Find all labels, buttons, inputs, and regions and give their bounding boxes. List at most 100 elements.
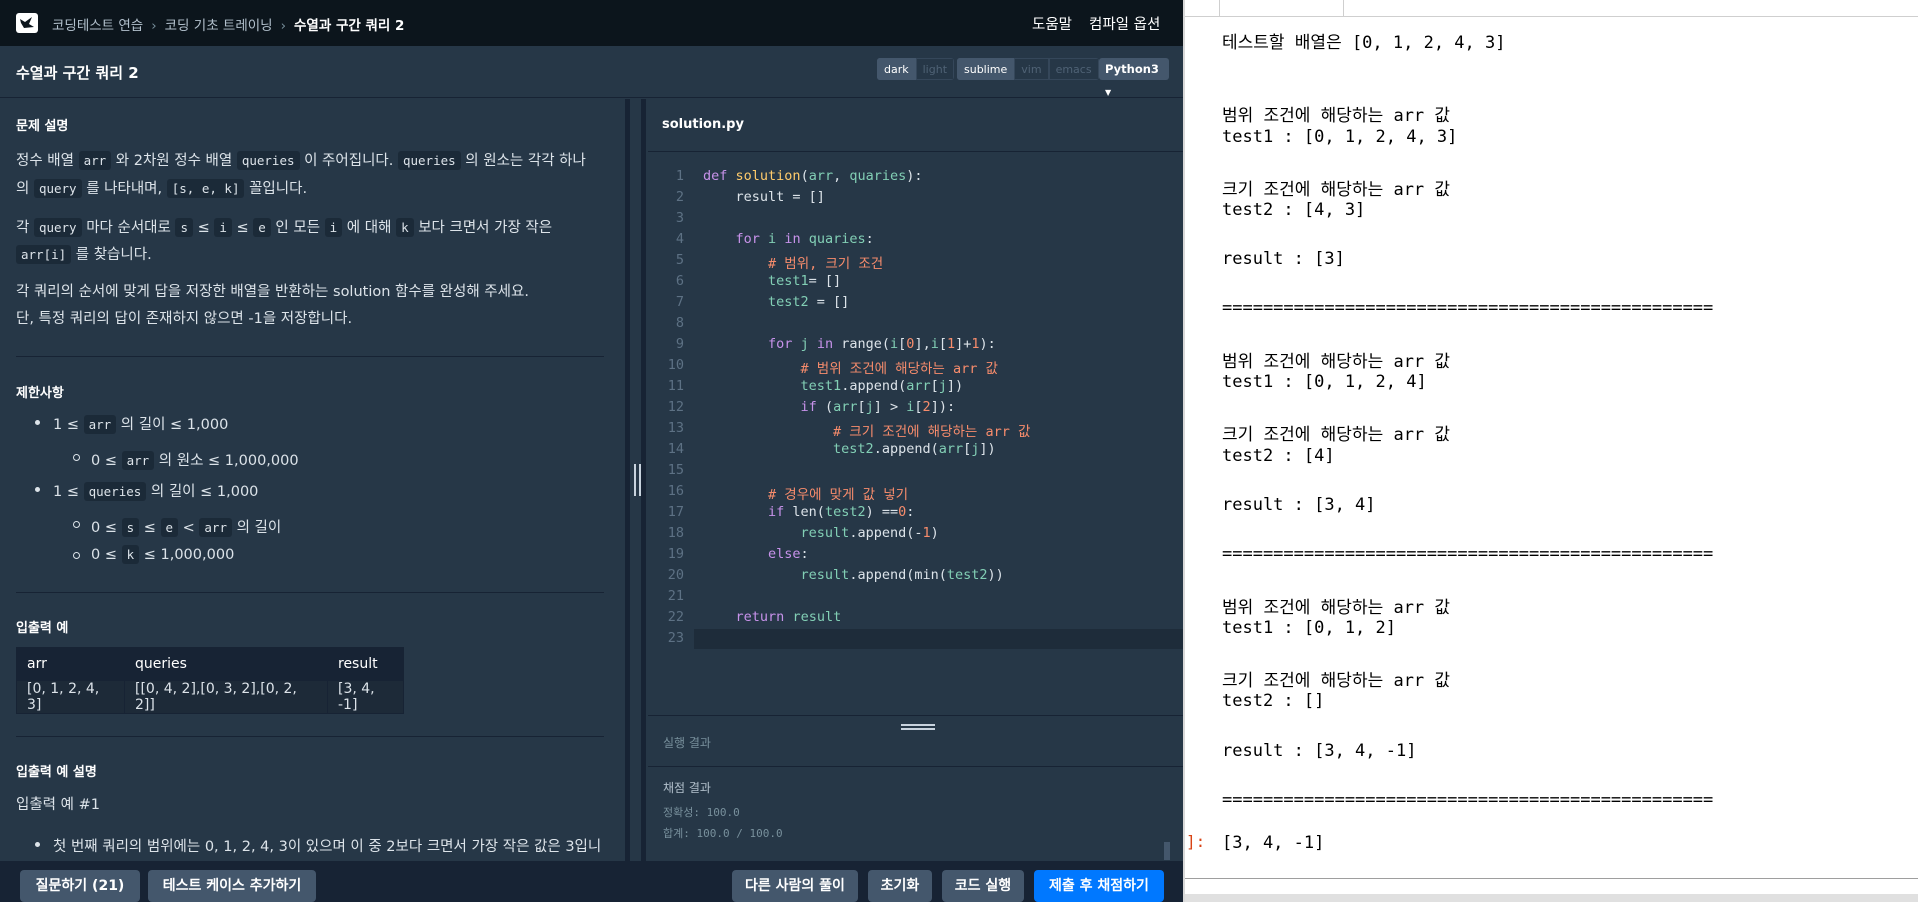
add-test-case-button[interactable]: 테스트 케이스 추가하기 <box>148 870 316 902</box>
output-line: test2 : [] <box>1222 691 1325 711</box>
current-line-highlight <box>694 629 1183 649</box>
line-number: 14 <box>667 441 684 457</box>
breadcrumb-item[interactable]: 코딩테스트 연습 <box>52 18 143 34</box>
constraint-item: 0 ≤ s ≤ e < arr 의 길이 <box>72 516 281 537</box>
description-line: 의 query 를 나타내며, [s, e, k] 꼴입니다. <box>16 179 308 198</box>
notebook-toolbar-strip <box>1185 0 1918 17</box>
language-select[interactable]: Python3 ▼ <box>1099 58 1169 97</box>
code-line: # 범위 조건에 해당하는 arr 값 <box>800 361 998 377</box>
keymap-vim-button[interactable]: vim <box>1014 58 1049 80</box>
line-number: 5 <box>675 252 684 268</box>
code-line: test1= [] <box>768 273 842 289</box>
notebook-output-panel: 테스트할 배열은 [0, 1, 2, 4, 3] 범위 조건에 해당하는 arr… <box>1185 0 1918 902</box>
code-line: return result <box>735 609 842 625</box>
output-line: ========================================… <box>1222 298 1714 318</box>
output-line: 범위 조건에 해당하는 arr 값 <box>1222 352 1451 372</box>
output-line: 크기 조건에 해당하는 arr 값 <box>1222 671 1451 691</box>
keymap-sublime-button[interactable]: sublime <box>957 58 1015 80</box>
keymap-emacs-button[interactable]: emacs <box>1048 58 1099 80</box>
language-label: Python3 <box>1105 62 1159 76</box>
ide-panel: 코딩테스트 연습 › 코딩 기초 트레이닝 › 수열과 구간 쿼리 2 도움말 컴파일 … <box>0 0 1183 902</box>
theme-dark-button[interactable]: dark <box>877 58 916 80</box>
line-number: 7 <box>675 294 684 310</box>
description-line: arr[i] 를 찾습니다. <box>16 241 152 269</box>
breadcrumb-item[interactable]: 코딩 기초 트레이닝 <box>165 18 273 34</box>
resize-handle-icon[interactable] <box>901 724 935 732</box>
help-link[interactable]: 도움말 <box>1032 13 1072 34</box>
chevron-right-icon: › <box>151 18 157 34</box>
code-editor[interactable]: solution.py 1 2 3 4 5 6 7 8 9 10 11 12 13 14 15 16 17 18 1… <box>648 99 1183 715</box>
code-area[interactable]: 1 2 3 4 5 6 7 8 9 10 11 12 13 14 15 16 17 18 19 20 21 22 23 de… <box>648 151 1183 715</box>
line-number: 19 <box>667 546 684 562</box>
line-number: 21 <box>667 588 684 604</box>
description-line: 각 쿼리의 순서에 맞게 답을 저장한 배열을 반환하는 solution 함수… <box>16 284 529 300</box>
code-line: result.append(-1) <box>800 525 939 541</box>
code-line: for i in quaries: <box>735 231 874 247</box>
description-line: 각 query 마다 순서대로 s ≤ i ≤ e 인 모든 i 에 대해 k … <box>16 218 553 237</box>
output-line: 범위 조건에 해당하는 arr 값 <box>1222 106 1451 126</box>
total-text: 합계: 100.0 / 100.0 <box>663 827 783 840</box>
line-number: 16 <box>667 483 684 499</box>
chevron-right-icon: › <box>280 18 286 34</box>
code-line: if len(test2) ==0: <box>768 504 915 520</box>
problem-description: 문제 설명 정수 배열 arr 와 2차원 정수 배열 queries 이 주어… <box>0 99 623 861</box>
code-line: test2.append(arr[j]) <box>833 441 996 457</box>
column-header: result <box>327 647 404 681</box>
breadcrumb: 코딩테스트 연습 › 코딩 기초 트레이닝 › 수열과 구간 쿼리 2 <box>52 14 404 34</box>
line-number: 8 <box>675 315 684 331</box>
theme-toggle: dark light <box>877 58 955 80</box>
divider <box>648 766 1183 767</box>
line-number: 9 <box>675 336 684 352</box>
run-code-button[interactable]: 코드 실행 <box>942 870 1024 902</box>
code-line: def solution(arr, quaries): <box>703 168 923 184</box>
output-line: 테스트할 배열은 [0, 1, 2, 4, 3] <box>1222 33 1506 53</box>
examples-table: arr queries result [0, 1, 2, 4, 3] [[0, … <box>16 647 404 714</box>
code-line: for j in range(i[0],i[1]+1): <box>768 336 996 352</box>
description-line: 단, 특정 쿼리의 답이 존재하지 않으면 -1을 저장합니다. <box>16 311 353 327</box>
scrollbar[interactable] <box>1164 842 1170 860</box>
line-number: 17 <box>667 504 684 520</box>
code-line: if (arr[j] > i[2]): <box>800 399 956 415</box>
ask-question-button[interactable]: 질문하기 (21) <box>20 870 140 902</box>
example-subheading: 입출력 예 #1 <box>16 797 100 813</box>
pane-divider <box>641 99 646 861</box>
submit-button[interactable]: 제출 후 채점하기 <box>1034 870 1164 902</box>
section-heading: 입출력 예 설명 <box>16 765 97 780</box>
section-heading: 문제 설명 <box>16 119 69 134</box>
column-header: queries <box>124 647 328 681</box>
example-item: 첫 번째 쿼리의 범위에는 0, 1, 2, 4, 3이 있으며 이 중 2보다… <box>34 835 601 856</box>
constraint-item: 0 ≤ k ≤ 1,000,000 <box>72 545 235 564</box>
table-header-row: arr queries result <box>16 647 404 681</box>
line-number: 15 <box>667 462 684 478</box>
theme-light-button[interactable]: light <box>915 58 955 80</box>
line-number: 10 <box>667 357 684 373</box>
divider <box>1185 878 1918 879</box>
results-panel: 실행 결과 채점 결과 정확성: 100.0 합계: 100.0 / 100.0 <box>648 715 1183 861</box>
code-line: else: <box>768 546 809 562</box>
table-cell: [0, 1, 2, 4, 3] <box>16 680 125 714</box>
scrollbar[interactable] <box>1185 894 1918 902</box>
output-line: test1 : [0, 1, 2, 4] <box>1222 372 1427 392</box>
logo-icon[interactable] <box>16 13 38 33</box>
output-line: 범위 조건에 해당하는 arr 값 <box>1222 598 1451 618</box>
constraint-item: 0 ≤ arr 의 원소 ≤ 1,000,000 <box>73 449 299 470</box>
compile-options-link[interactable]: 컴파일 옵션 <box>1089 13 1160 34</box>
file-tab[interactable]: solution.py <box>662 117 744 132</box>
reset-button[interactable]: 초기화 <box>868 870 932 902</box>
line-number: 2 <box>675 189 684 205</box>
divider <box>16 736 604 737</box>
code-line: test2 = [] <box>768 294 850 310</box>
others-solutions-button[interactable]: 다른 사람의 풀이 <box>732 870 858 902</box>
constraint-item: 1 ≤ arr 의 길이 ≤ 1,000 <box>34 413 228 434</box>
top-navbar: 코딩테스트 연습 › 코딩 기초 트레이닝 › 수열과 구간 쿼리 2 도움말 컴파일 … <box>0 0 1183 46</box>
output-line: result : [3, 4, -1] <box>1222 741 1417 761</box>
line-number: 22 <box>667 609 684 625</box>
code-line: result = [] <box>703 189 825 205</box>
output-line: 크기 조건에 해당하는 arr 값 <box>1222 425 1451 445</box>
output-line: test1 : [0, 1, 2] <box>1222 618 1396 638</box>
output-line: test1 : [0, 1, 2, 4, 3] <box>1222 127 1458 147</box>
grade-result-label: 채점 결과 <box>663 781 711 795</box>
code-line: # 경우에 맞게 값 넣기 <box>768 487 909 503</box>
accuracy-text: 정확성: 100.0 <box>663 806 740 819</box>
line-number: 13 <box>667 420 684 436</box>
